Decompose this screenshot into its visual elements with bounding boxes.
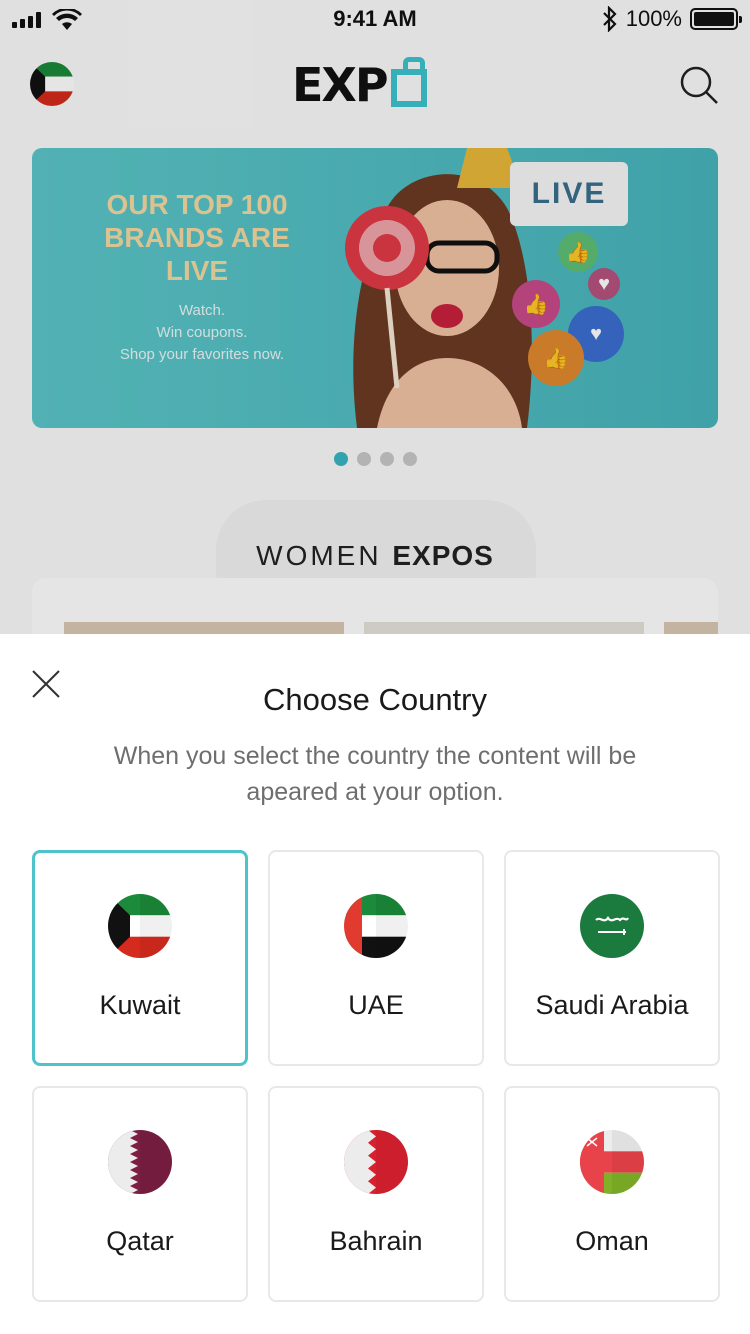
- country-name: Kuwait: [99, 990, 181, 1020]
- country-card-oman[interactable]: Oman: [504, 1086, 720, 1302]
- home-screen: 9:41 AM 100% EXP OUR TOP 100 BRANDS ARE …: [0, 0, 750, 634]
- country-name: UAE: [348, 990, 404, 1020]
- country-card-uae[interactable]: UAE: [268, 850, 484, 1066]
- country-name: Bahrain: [329, 1226, 423, 1256]
- bahrain-flag-icon: [344, 1130, 408, 1194]
- saudi-arabia-flag-icon: [580, 894, 644, 958]
- country-card-bahrain[interactable]: Bahrain: [268, 1086, 484, 1302]
- modal-overlay[interactable]: [0, 0, 750, 634]
- country-card-kuwait[interactable]: Kuwait: [32, 850, 248, 1066]
- country-grid: Kuwait UAE Saudi Arabia Qatar Bahrain Om…: [32, 850, 720, 1302]
- oman-flag-icon: [580, 1130, 644, 1194]
- choose-country-sheet: Choose Country When you select the count…: [0, 634, 750, 1334]
- sheet-description: When you select the country the content …: [113, 742, 637, 806]
- kuwait-flag-icon: [108, 894, 172, 958]
- country-card-qatar[interactable]: Qatar: [32, 1086, 248, 1302]
- uae-flag-icon: [344, 894, 408, 958]
- country-card-saudi-arabia[interactable]: Saudi Arabia: [504, 850, 720, 1066]
- country-name: Oman: [575, 1226, 649, 1256]
- country-name: Qatar: [106, 1226, 174, 1256]
- sheet-title: Choose Country: [262, 682, 487, 717]
- qatar-flag-icon: [108, 1130, 172, 1194]
- country-name: Saudi Arabia: [535, 990, 689, 1020]
